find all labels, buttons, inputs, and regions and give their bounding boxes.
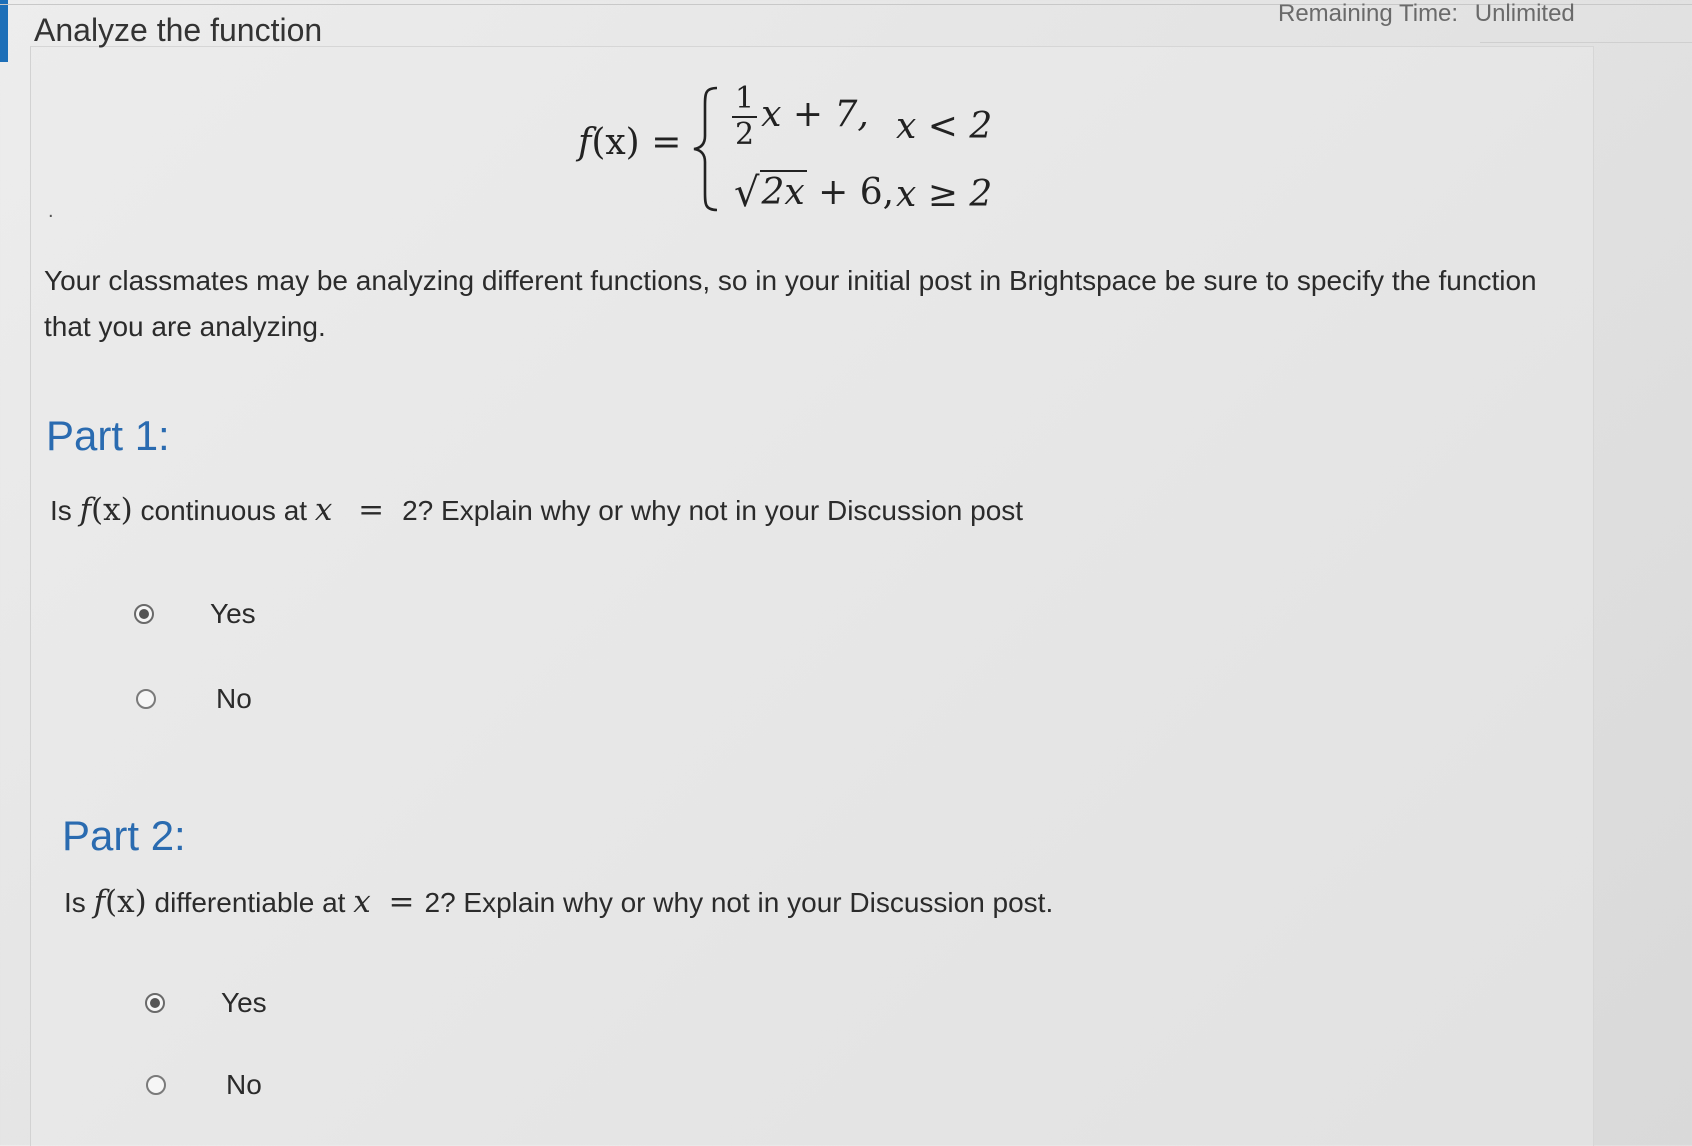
- remaining-time-value: Unlimited: [1474, 0, 1575, 27]
- condition-2-text: x ≥ 2: [896, 174, 993, 215]
- stray-period: .: [48, 200, 54, 222]
- formula-condition-1: x < 2: [896, 106, 992, 147]
- formula-function-name: f: [578, 122, 592, 163]
- part-1-question: Is f(x) continuous at x = 2? Explain why …: [50, 492, 1023, 528]
- formula-case-1: 1 2 x + 7,: [732, 84, 869, 150]
- part-2-q-func: f: [93, 884, 106, 920]
- sqrt-icon: √: [734, 170, 760, 216]
- brace-icon: [693, 86, 718, 212]
- sqrt-radicand: 2x: [759, 170, 807, 213]
- part-1-option-yes[interactable]: Yes: [134, 598, 256, 630]
- formula-equals: =: [651, 122, 682, 163]
- radio-unselected-icon[interactable]: [136, 689, 156, 709]
- part-1-q-arg: (x): [91, 492, 133, 528]
- part-2-option-no-label: No: [226, 1069, 262, 1100]
- part-1-q-before: Is: [50, 495, 72, 526]
- fraction-one-half: 1 2: [732, 84, 758, 152]
- part-2-q-var: x: [353, 884, 371, 920]
- fraction-denominator: 2: [735, 117, 755, 152]
- part-1-q-after: 2? Explain why or why not in your Discus…: [402, 495, 1024, 526]
- part-2-option-yes-label: Yes: [221, 987, 267, 1018]
- part-1-title: Part 1:: [46, 412, 170, 459]
- part-2-question: Is f(x) differentiable at x = 2? Explain …: [64, 884, 1053, 920]
- formula-case-2: √2x + 6,: [734, 170, 894, 216]
- fraction-numerator: 1: [732, 84, 758, 118]
- part-1-q-func: f: [79, 492, 92, 528]
- part-1-option-no-label: No: [216, 683, 252, 714]
- case-2-expression: + 6,: [818, 172, 895, 213]
- radio-unselected-icon[interactable]: [146, 1075, 166, 1095]
- part-2-q-after: 2? Explain why or why not in your Discus…: [424, 887, 1054, 918]
- instructions-text: Your classmates may be analyzing differe…: [44, 265, 1537, 342]
- radio-selected-icon[interactable]: [145, 993, 165, 1013]
- part-1-option-yes-label: Yes: [210, 598, 256, 629]
- question-heading: Analyze the function: [34, 12, 323, 48]
- condition-1-text: x < 2: [896, 106, 993, 147]
- case-1-expression: x + 7,: [761, 94, 869, 135]
- part-1-q-middle: continuous at: [140, 495, 308, 526]
- formula-function-arg: (x): [591, 122, 640, 163]
- remaining-time-label: Remaining Time:: [1278, 0, 1459, 27]
- part-2-q-middle: differentiable at: [154, 887, 346, 918]
- part-2-title: Part 2:: [62, 812, 186, 859]
- header-divider: [1480, 42, 1692, 43]
- part-2-option-no[interactable]: No: [146, 1069, 262, 1101]
- accent-bar: [0, 0, 8, 62]
- formula-condition-2: x ≥ 2: [896, 174, 992, 215]
- radio-selected-icon[interactable]: [134, 604, 154, 624]
- part-2-q-eq: =: [388, 884, 415, 920]
- part-1-q-eq: =: [358, 492, 385, 528]
- part-2-option-yes[interactable]: Yes: [145, 987, 267, 1019]
- formula-lhs: f(x) =: [578, 122, 681, 163]
- part-1-q-var: x: [314, 492, 333, 528]
- part-2-q-before: Is: [64, 887, 86, 918]
- remaining-time: Remaining Time: Unlimited: [1278, 0, 1575, 28]
- part-2-q-arg: (x): [105, 884, 147, 920]
- piecewise-formula: f(x) = 1 2 x + 7, x < 2 √2x + 6, x ≥ 2: [578, 84, 1018, 224]
- part-1-option-no[interactable]: No: [136, 683, 252, 715]
